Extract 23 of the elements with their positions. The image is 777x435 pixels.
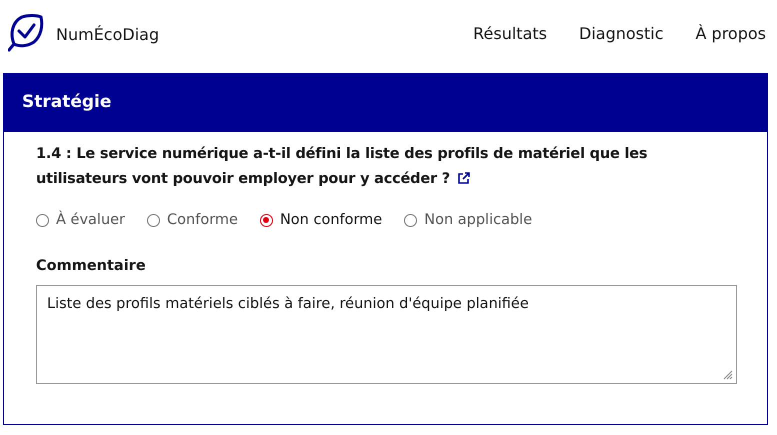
nav-link[interactable]: À propos <box>696 24 766 42</box>
radio-button[interactable] <box>404 214 418 226</box>
option-label: À évaluer <box>56 212 126 228</box>
radio-option[interactable]: À évaluer <box>36 212 126 228</box>
resize-handle-icon[interactable] <box>723 370 733 380</box>
radio-button[interactable] <box>36 214 49 226</box>
field-label: Commentaire <box>36 258 147 274</box>
external-link-icon[interactable] <box>458 172 470 184</box>
option-label: Non conforme <box>280 212 382 228</box>
radio-button[interactable] <box>260 214 273 226</box>
option-label: Conforme <box>167 212 238 228</box>
radio-button[interactable] <box>147 214 160 226</box>
brand-link[interactable]: NumÉcoDiag <box>56 24 160 44</box>
radio-option[interactable]: Conforme <box>147 212 238 228</box>
radio-option[interactable]: Non applicable <box>404 212 532 228</box>
comment-field[interactable]: Liste des profils matériels ciblés à faire, réunion d'équipe planifiée <box>36 285 737 384</box>
option-label: Non applicable <box>424 212 532 228</box>
section-title: Stratégie <box>4 74 767 132</box>
question-text: 1.4 : Le service numérique a-t-il défini la liste des profils de matériel que les utilisateurs vont pouvoir employer pour y accéder ? <box>36 145 648 189</box>
nav-link[interactable]: Résultats <box>473 24 547 42</box>
leaf-check-icon <box>8 14 44 52</box>
nav-link[interactable]: Diagnostic <box>579 24 664 42</box>
radio-option[interactable]: Non conforme <box>260 212 382 228</box>
